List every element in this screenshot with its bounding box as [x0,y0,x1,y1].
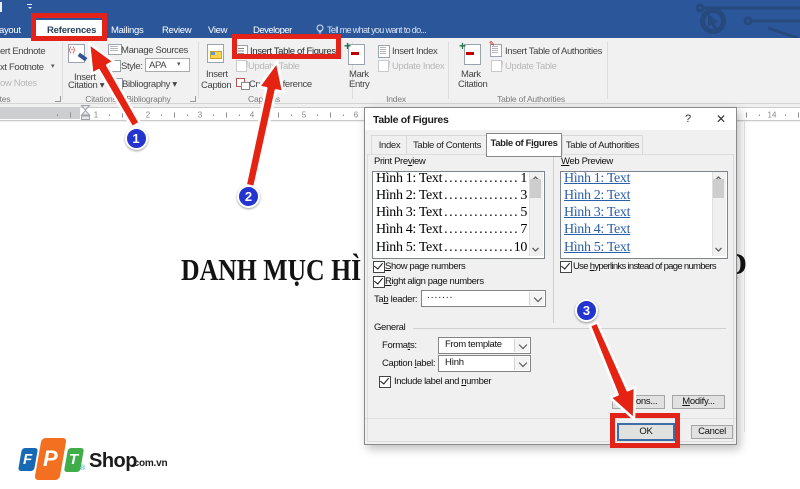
svg-text:6: 6 [354,111,359,120]
svg-text:4: 4 [250,111,255,120]
svg-text:5: 5 [302,111,307,120]
svg-text:1: 1 [94,111,99,120]
svg-text:3: 3 [198,111,203,120]
svg-text:14: 14 [768,111,777,120]
svg-text:2: 2 [146,111,151,120]
